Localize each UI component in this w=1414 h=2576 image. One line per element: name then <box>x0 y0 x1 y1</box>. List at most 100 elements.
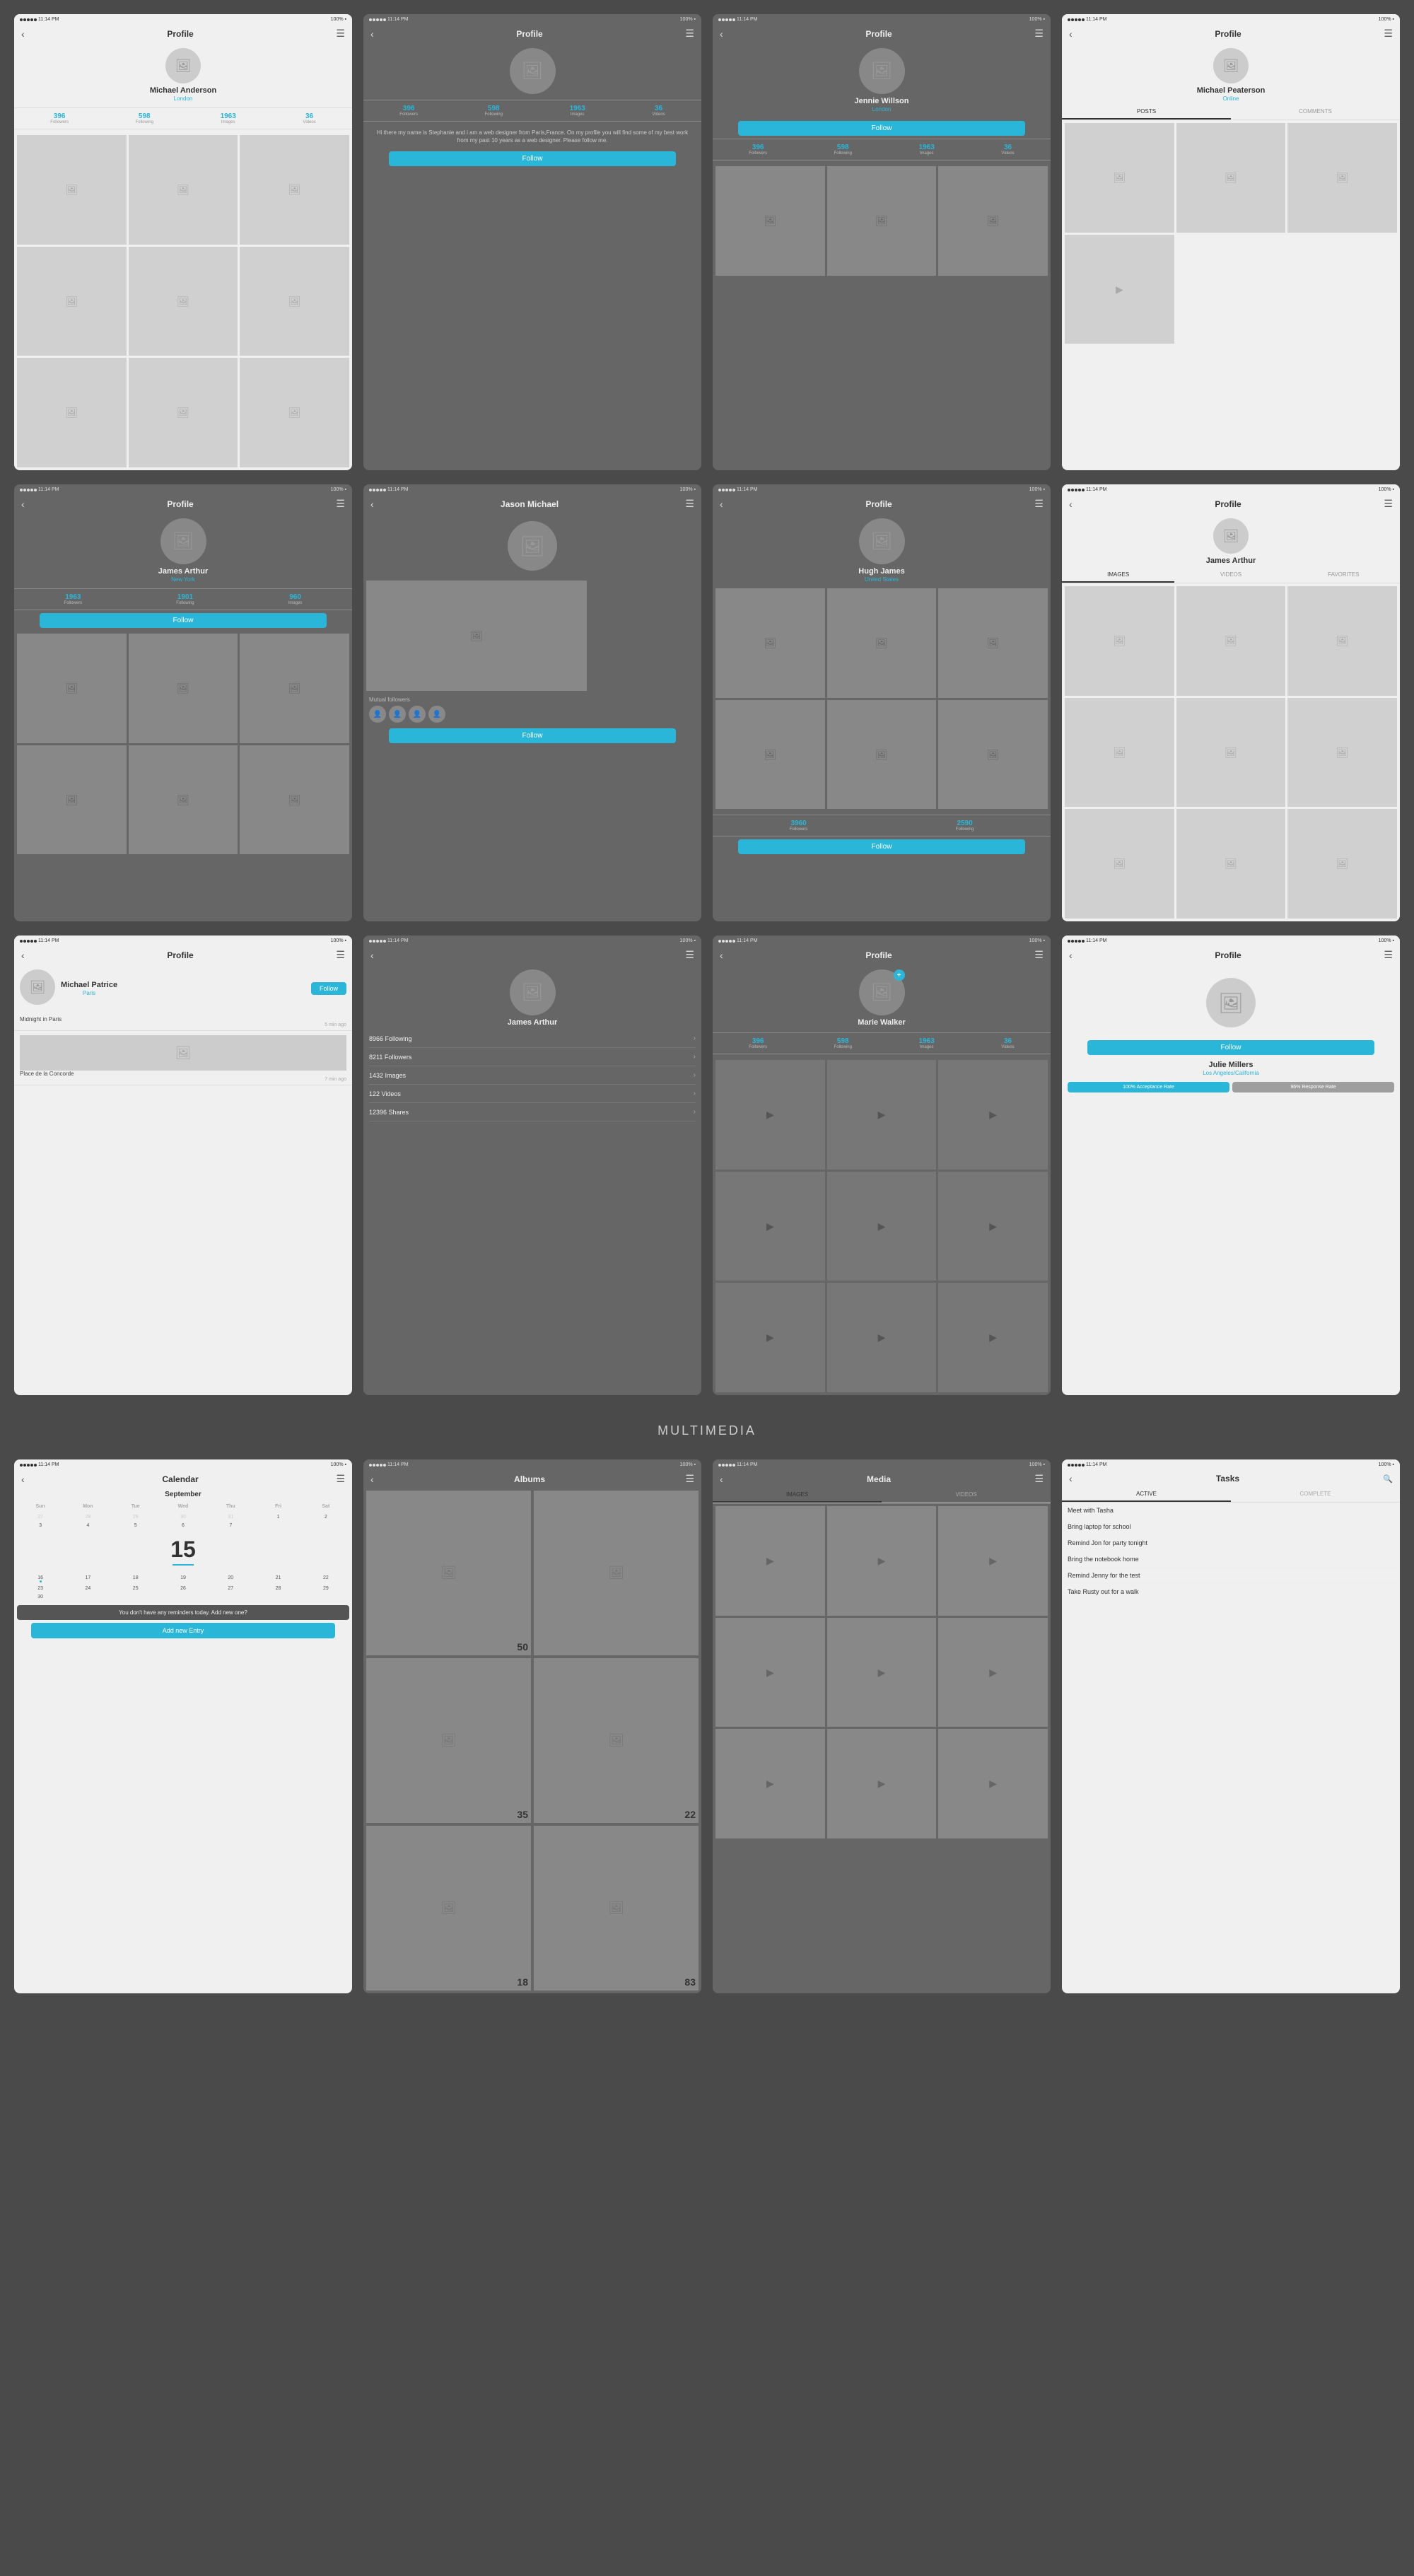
album-1[interactable]: 🖼 50 <box>366 1491 531 1655</box>
img-2: 🖼 <box>129 135 238 245</box>
img-8d: 🖼 <box>1065 698 1174 808</box>
album-3[interactable]: 🖼 35 <box>366 1658 531 1823</box>
album-4[interactable]: 🖼 22 <box>534 1658 699 1823</box>
stat11-images: 1963 Images <box>919 1037 935 1049</box>
menu-icon-5[interactable]: ☰ <box>336 498 345 510</box>
tab-videos-media[interactable]: VIDEOS <box>882 1488 1051 1503</box>
menu-icon-7[interactable]: ☰ <box>1034 498 1044 510</box>
image-grid-6: 🖼 <box>363 578 701 694</box>
phone-11: 11:14 PM 100% ▪ ‹ Profile ☰ 🖼 + Marie Wa… <box>713 936 1051 1395</box>
back-icon[interactable]: ‹ <box>21 28 25 40</box>
back-icon-media[interactable]: ‹ <box>720 1474 723 1485</box>
status-bar-tasks: 11:14 PM 100% ▪ <box>1062 1459 1400 1470</box>
follow-button-5[interactable]: Follow <box>40 613 327 628</box>
add-avatar-icon[interactable]: + <box>894 969 905 981</box>
follow-button-6[interactable]: Follow <box>389 728 676 743</box>
menu-icon-6[interactable]: ☰ <box>685 498 694 510</box>
menu-icon-8[interactable]: ☰ <box>1384 498 1393 510</box>
back-icon-9[interactable]: ‹ <box>21 950 25 961</box>
add-entry-button[interactable]: Add new Entry <box>31 1623 335 1638</box>
phone-tasks: 11:14 PM 100% ▪ ‹ Tasks 🔍 ACTIVE COMPLET… <box>1062 1459 1400 1993</box>
back-icon-12[interactable]: ‹ <box>1069 950 1073 961</box>
nav-bar-4: ‹ Profile ☰ <box>1062 25 1400 42</box>
list-item-videos[interactable]: 122 Videos › <box>369 1085 696 1103</box>
back-icon-7[interactable]: ‹ <box>720 499 723 510</box>
menu-icon[interactable]: ☰ <box>336 28 345 40</box>
phone-5: 11:14 PM 100% ▪ ‹ Profile ☰ 🖼 James Arth… <box>14 484 352 921</box>
profile-section-3: 🖼 Jennie Willson London <box>713 42 1051 118</box>
img-8h: 🖼 <box>1176 809 1286 919</box>
profile-header-7: 🖼 Hugh James United States <box>713 513 1051 585</box>
tabs-row-4: POSTS COMMENTS <box>1062 105 1400 120</box>
profile-header-1: 🖼 Michael Anderson London <box>14 42 352 105</box>
vid-11i: ▶ <box>938 1283 1048 1392</box>
menu-icon-9[interactable]: ☰ <box>336 949 345 961</box>
list-item-followers[interactable]: 8211 Followers › <box>369 1048 696 1066</box>
nav-title-2: Profile <box>516 29 542 39</box>
album-6[interactable]: 🖼 83 <box>534 1826 699 1991</box>
album-5[interactable]: 🖼 18 <box>366 1826 531 1991</box>
tabs-row-8: IMAGES VIDEOS FAVORITES <box>1062 568 1400 583</box>
menu-icon-10[interactable]: ☰ <box>685 949 694 961</box>
back-icon-6[interactable]: ‹ <box>370 499 374 510</box>
profile-header-5: 🖼 James Arthur New York <box>14 513 352 585</box>
img-7b: 🖼 <box>827 588 937 698</box>
list-item-shares[interactable]: 12396 Shares › <box>369 1103 696 1121</box>
status-bar-2: 11:14 PM 100% ▪ <box>363 14 701 25</box>
back-icon-2[interactable]: ‹ <box>370 28 374 40</box>
back-icon-11[interactable]: ‹ <box>720 950 723 961</box>
task-item-4: Remind Jenny for the test <box>1062 1568 1400 1584</box>
follow-button-2[interactable]: Follow <box>389 151 676 166</box>
search-icon-tasks[interactable]: 🔍 <box>1383 1474 1393 1484</box>
back-icon-5[interactable]: ‹ <box>21 499 25 510</box>
back-icon-4[interactable]: ‹ <box>1069 28 1073 40</box>
tab-images-8[interactable]: IMAGES <box>1062 568 1174 583</box>
back-icon-albums[interactable]: ‹ <box>370 1474 374 1485</box>
response-rate-btn: 96% Response Rate <box>1232 1082 1394 1092</box>
menu-icon-4[interactable]: ☰ <box>1384 28 1393 40</box>
menu-icon-12[interactable]: ☰ <box>1384 949 1393 961</box>
menu-icon-3[interactable]: ☰ <box>1034 28 1044 40</box>
tab-comments[interactable]: COMMENTS <box>1231 105 1400 120</box>
menu-icon-albums[interactable]: ☰ <box>685 1473 694 1485</box>
img-8f: 🖼 <box>1287 698 1397 808</box>
back-icon-10[interactable]: ‹ <box>370 950 374 961</box>
menu-icon-11[interactable]: ☰ <box>1034 949 1044 961</box>
img-6: 🖼 <box>240 247 349 356</box>
status-bar-8: 11:14 PM 100% ▪ <box>1062 484 1400 495</box>
follow-button-12[interactable]: Follow <box>1087 1040 1374 1055</box>
tab-images-media[interactable]: IMAGES <box>713 1488 882 1503</box>
stat3-images: 1963 Images <box>919 144 935 156</box>
back-icon-tasks[interactable]: ‹ <box>1069 1473 1073 1484</box>
follow-button-7[interactable]: Follow <box>738 839 1025 854</box>
list-item-images[interactable]: 1432 Images › <box>369 1066 696 1085</box>
back-icon-8[interactable]: ‹ <box>1069 499 1073 510</box>
back-icon-cal[interactable]: ‹ <box>21 1474 25 1485</box>
profile-location-4: Online <box>1222 95 1239 102</box>
tab-posts[interactable]: POSTS <box>1062 105 1231 120</box>
album-grid: 🖼 50 🖼 🖼 35 🖼 22 🖼 18 🖼 83 <box>363 1488 701 1993</box>
menu-icon-media[interactable]: ☰ <box>1034 1473 1044 1485</box>
tab-videos-8[interactable]: VIDEOS <box>1174 568 1287 583</box>
back-icon-3[interactable]: ‹ <box>720 28 723 40</box>
mutual-av-3: 👤 <box>409 706 426 723</box>
avatar-12: 🖼 <box>1206 978 1256 1027</box>
mutual-av-1: 👤 <box>369 706 386 723</box>
tab-complete-tasks[interactable]: COMPLETE <box>1231 1487 1400 1502</box>
media-img-a: ▶ <box>715 1506 825 1616</box>
tab-favorites-8[interactable]: FAVORITES <box>1287 568 1400 583</box>
menu-icon-2[interactable]: ☰ <box>685 28 694 40</box>
menu-icon-cal[interactable]: ☰ <box>336 1473 345 1485</box>
calendar-days-header: Sun Mon Tue Wed Thu Fri Sat <box>14 1501 352 1512</box>
status-bar-11: 11:14 PM 100% ▪ <box>713 936 1051 946</box>
follow-button-9[interactable]: Follow <box>311 982 346 995</box>
img-5d: 🖼 <box>17 745 127 855</box>
list-item-following[interactable]: 8966 Following › <box>369 1030 696 1048</box>
profile-grid-row2: 11:14 PM 100% ▪ ‹ Profile ☰ 🖼 James Arth… <box>14 484 1400 921</box>
profile-name-9: Michael Patrice <box>61 981 117 989</box>
cal-underline <box>173 1564 194 1566</box>
album-2[interactable]: 🖼 <box>534 1491 699 1655</box>
follow-button-3[interactable]: Follow <box>738 121 1025 136</box>
tab-active-tasks[interactable]: ACTIVE <box>1062 1487 1231 1502</box>
avatar-10: 🖼 <box>510 969 556 1015</box>
